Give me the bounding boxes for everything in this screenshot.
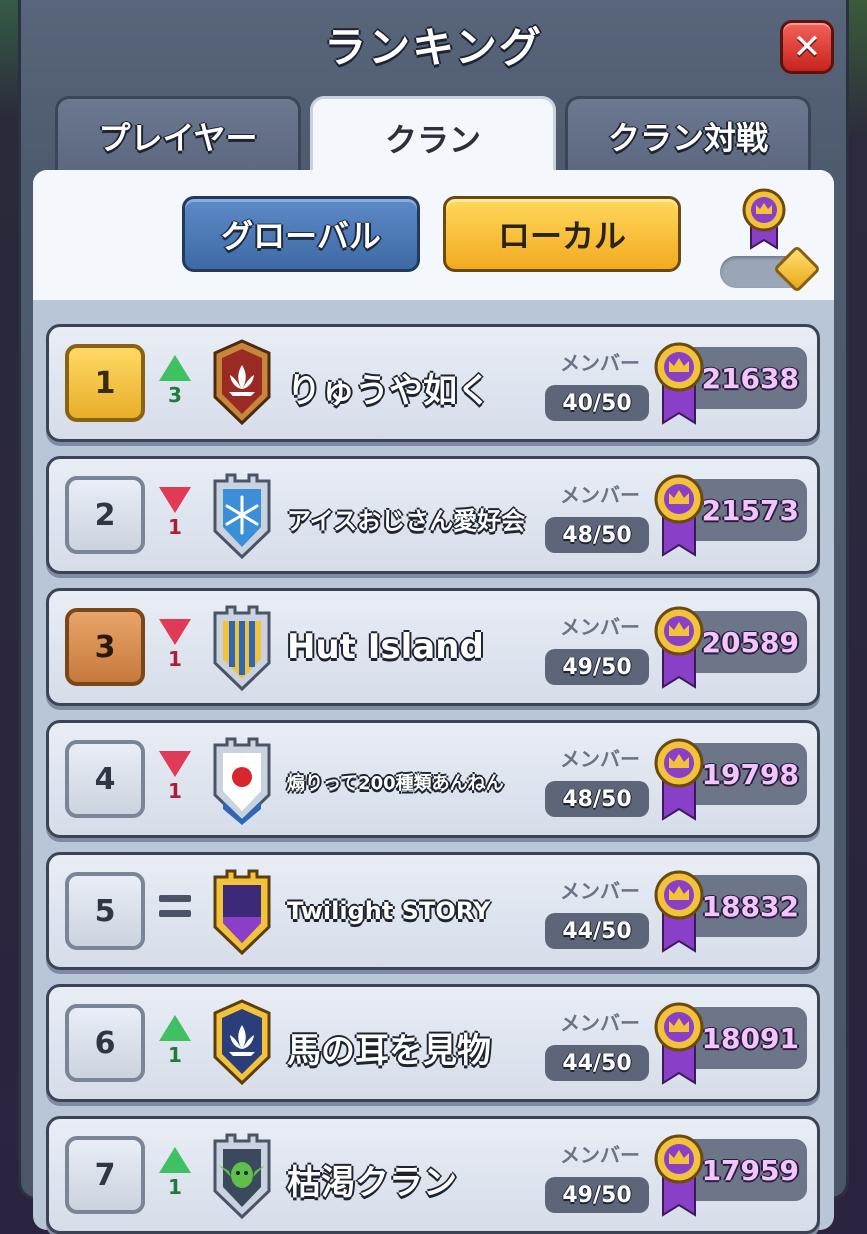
- tab-clan[interactable]: クラン: [310, 96, 556, 176]
- clan-row-1[interactable]: 1 3 りゅうや如く メンバー 40/50 21638: [46, 324, 820, 442]
- tab-label: クラン: [384, 120, 481, 159]
- trophy-value: 18091: [701, 1021, 799, 1055]
- tab-clan-war[interactable]: クラン対戦: [565, 96, 811, 172]
- rank-badge: 1: [65, 344, 145, 422]
- member-label: メンバー: [560, 351, 640, 375]
- clan-row-4[interactable]: 4 1 煽りって200種類あんねん メンバー 48/50 19798: [46, 720, 820, 838]
- trend-change: 1: [168, 779, 182, 803]
- tab-player[interactable]: プレイヤー: [55, 96, 301, 172]
- trend-indicator: 1: [157, 751, 193, 811]
- rank-number: 6: [94, 1025, 116, 1061]
- lotus-blue-badge-icon: [213, 999, 271, 1086]
- rank-number: 7: [94, 1157, 116, 1193]
- rank-number: 5: [94, 893, 116, 929]
- rank-badge: 5: [65, 872, 145, 950]
- member-count: 49/50: [545, 1177, 649, 1213]
- moon-badge-icon: [213, 869, 271, 956]
- clan-row-7[interactable]: 7 1 枯渇クラン メンバー 49/50 17959: [46, 1116, 820, 1234]
- trend-indicator: 3: [157, 355, 193, 415]
- trend-indicator: 1: [157, 619, 193, 679]
- trophy-value: 18832: [701, 889, 799, 923]
- trend-down-icon: [159, 619, 191, 645]
- local-button[interactable]: ローカル: [443, 196, 681, 272]
- member-count: 44/50: [545, 1045, 649, 1081]
- trend-up-icon: [159, 1147, 191, 1173]
- trophy-medal-icon: [654, 1134, 704, 1217]
- local-label: ローカル: [497, 217, 626, 255]
- member-label: メンバー: [560, 1011, 640, 1035]
- member-count: 44/50: [545, 913, 649, 949]
- clan-row-2[interactable]: 2 1 アイスおじさん愛好会 メンバー 48/50 21573: [46, 456, 820, 574]
- trend-change: 3: [168, 383, 182, 407]
- rising-sun-badge-icon: [213, 737, 271, 825]
- trend-same-icon: [159, 910, 191, 917]
- rank-number: 4: [94, 761, 116, 797]
- trend-change: 1: [168, 1043, 182, 1067]
- member-count: 49/50: [545, 649, 649, 685]
- member-label: メンバー: [560, 879, 640, 903]
- member-label: メンバー: [560, 1143, 640, 1167]
- goblin-badge-icon: [213, 1133, 271, 1220]
- trophy-medal-icon: [654, 606, 704, 689]
- trophy-value: 21638: [701, 361, 799, 395]
- trophy-value: 20589: [701, 625, 799, 659]
- member-label: メンバー: [560, 483, 640, 507]
- rank-badge: 3: [65, 608, 145, 686]
- clan-row-6[interactable]: 6 1 馬の耳を見物 メンバー 44/50 18091: [46, 984, 820, 1102]
- member-count: 40/50: [545, 385, 649, 421]
- trophy-medal-icon: [742, 188, 786, 250]
- trend-down-icon: [159, 751, 191, 777]
- close-button[interactable]: ✕: [780, 20, 834, 74]
- clan-row-3[interactable]: 3 1 Hut Island メンバー 49/50 20589: [46, 588, 820, 706]
- rank-badge: 4: [65, 740, 145, 818]
- tab-label: クラン対戦: [607, 118, 768, 157]
- global-button[interactable]: グローバル: [182, 196, 420, 272]
- trend-up-icon: [159, 355, 191, 381]
- trophy-value: 21573: [701, 493, 799, 527]
- trend-change: 1: [168, 515, 182, 539]
- trophy-medal-icon: [654, 342, 704, 425]
- striped-badge-icon: [213, 605, 271, 692]
- member-count: 48/50: [545, 517, 649, 553]
- trend-change: 1: [168, 647, 182, 671]
- rank-badge: 6: [65, 1004, 145, 1082]
- trophy-value: 17959: [701, 1153, 799, 1187]
- snowflake-badge-icon: [213, 473, 271, 560]
- trophy-medal-icon: [654, 474, 704, 557]
- trend-indicator: 1: [157, 1015, 193, 1075]
- rank-badge: 2: [65, 476, 145, 554]
- tab-label: プレイヤー: [98, 118, 258, 157]
- member-label: メンバー: [560, 615, 640, 639]
- trend-indicator: 1: [157, 487, 193, 547]
- trophy-medal-icon: [654, 738, 704, 821]
- global-label: グローバル: [221, 217, 381, 255]
- rank-number: 2: [94, 497, 116, 533]
- rank-number: 1: [94, 365, 116, 401]
- rank-badge: 7: [65, 1136, 145, 1214]
- trend-change: 1: [168, 1175, 182, 1199]
- trend-down-icon: [159, 487, 191, 513]
- trophy-value: 19798: [701, 757, 799, 791]
- trophy-medal-icon: [654, 870, 704, 953]
- member-count: 48/50: [545, 781, 649, 817]
- rank-number: 3: [94, 629, 116, 665]
- lotus-red-badge-icon: [213, 339, 271, 426]
- member-label: メンバー: [560, 747, 640, 771]
- close-icon: ✕: [792, 27, 822, 67]
- trend-indicator: 1: [157, 1147, 193, 1207]
- page-title: ランキング: [324, 23, 543, 72]
- clan-row-5[interactable]: 5 Twilight STORY メンバー 44/50 18832: [46, 852, 820, 970]
- scope-bar: [33, 170, 834, 300]
- trend-up-icon: [159, 1015, 191, 1041]
- trophy-medal-icon: [654, 1002, 704, 1085]
- trend-indicator: [157, 883, 193, 943]
- trend-same-icon: [159, 895, 191, 902]
